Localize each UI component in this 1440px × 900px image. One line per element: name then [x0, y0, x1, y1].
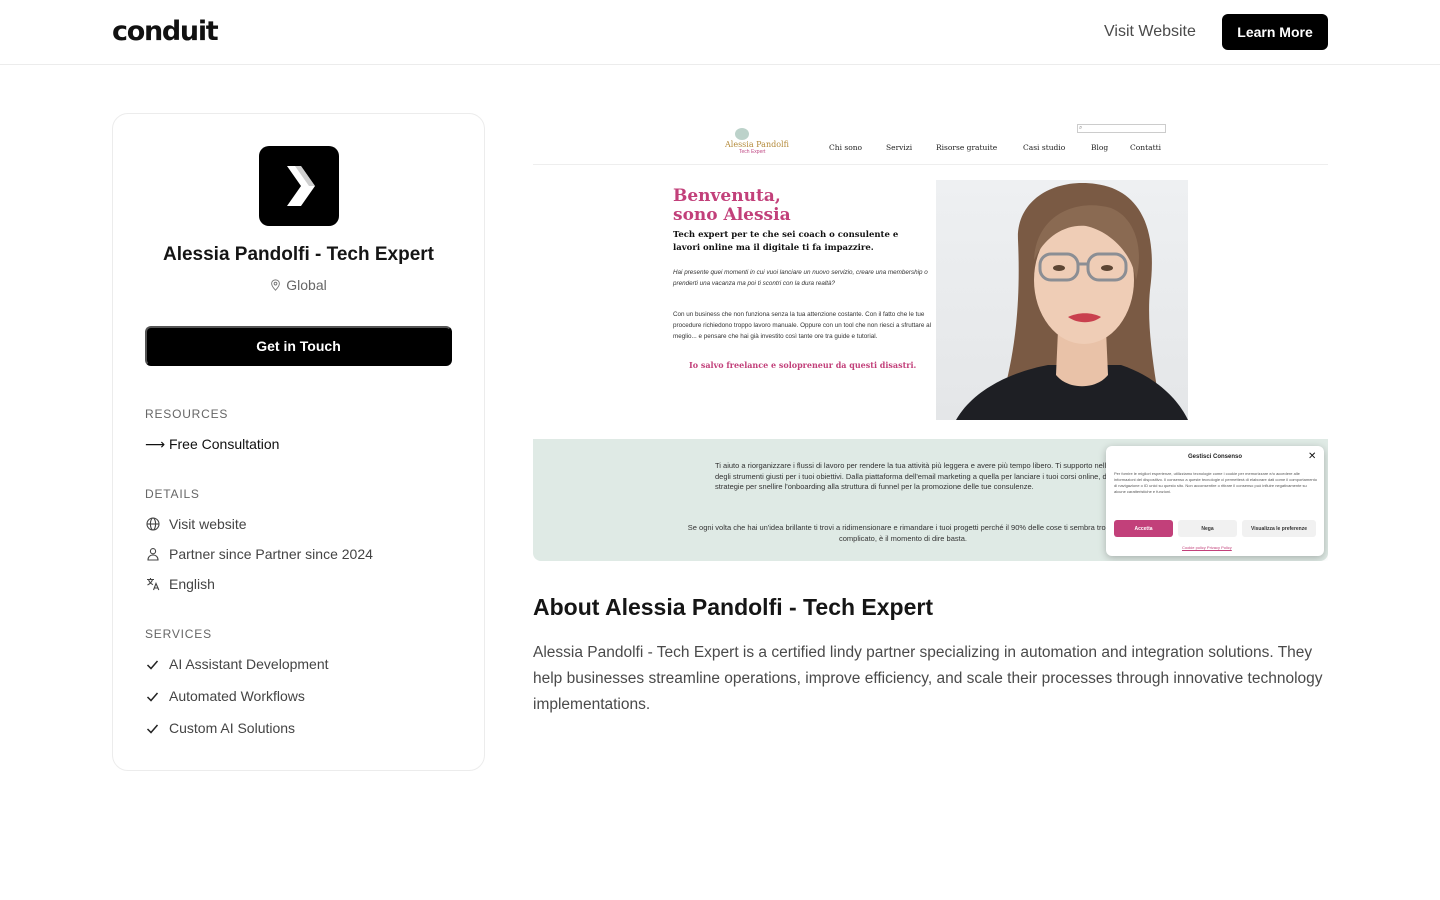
preview-logo-mark [735, 128, 749, 140]
preview-band-paragraph: Se ogni volta che hai un'idea brillante … [687, 523, 1119, 543]
preview-heading: Benvenuta, sono Alessia [673, 187, 791, 225]
preview-band-paragraph: Ti aiuto a riorganizzare i flussi di lav… [715, 461, 1133, 491]
location-label: Global [286, 277, 327, 293]
portrait-illustration [956, 183, 1188, 420]
preview-menu-item: Contatti [1130, 143, 1161, 152]
visit-website-link[interactable]: Visit Website [1104, 22, 1196, 42]
service-item: Automated Workflows [145, 688, 305, 704]
service-label: AI Assistant Development [169, 656, 329, 672]
preview-brand-sub: Tech Expert [739, 149, 766, 155]
partner-name: Alessia Pandolfi - Tech Expert [162, 244, 434, 265]
service-item: AI Assistant Development [145, 656, 329, 672]
chevron-right-icon [287, 166, 315, 206]
detail-partner-since: Partner since Partner since 2024 [145, 546, 373, 562]
partner-avatar [259, 146, 339, 226]
preview-menu-item: Blog [1091, 143, 1109, 152]
check-icon [145, 689, 160, 704]
preview-menu-item: Chi sono [829, 143, 863, 152]
globe-icon [145, 517, 160, 532]
details-heading: DETAILS [145, 487, 200, 501]
preview-tagline: Io salvo freelance e solopreneur da ques… [689, 360, 917, 370]
service-label: Automated Workflows [169, 688, 305, 704]
consent-text: Per fornire le migliori esperienze, util… [1114, 471, 1317, 494]
users-icon [145, 547, 160, 562]
consent-links: Cookie policy Privacy Policy [1182, 545, 1232, 550]
learn-more-button[interactable]: Learn More [1222, 14, 1328, 50]
search-icon: ⌕ [1079, 125, 1083, 131]
preview-heading-line: Benvenuta, [673, 186, 781, 206]
translate-icon [145, 577, 160, 592]
preview-subheading: Tech expert per te che sei coach o consu… [673, 230, 899, 253]
preview-menu-item: Risorse gratuite [936, 143, 998, 152]
service-item: Custom AI Solutions [145, 720, 295, 736]
detail-label: English [169, 576, 215, 592]
services-heading: SERVICES [145, 627, 212, 641]
consent-accept-button: Accetta [1114, 520, 1173, 537]
about-description: Alessia Pandolfi - Tech Expert is a cert… [533, 644, 1323, 713]
preview-paragraph: Con un business che non funziona senza l… [673, 311, 931, 340]
site-header: conduit Visit Website Learn More [0, 0, 1440, 65]
preview-navbar: Alessia Pandolfi Tech Expert ⌕ Chi sono … [533, 113, 1328, 165]
consent-deny-button: Nega [1178, 520, 1237, 537]
partner-profile-card: Alessia Pandolfi - Tech Expert Global Ge… [112, 113, 485, 771]
detail-visit-website[interactable]: Visit website [145, 516, 247, 532]
partner-location: Global [113, 277, 484, 293]
preview-paragraph: Hai presente quei momenti in cui vuoi la… [673, 269, 928, 287]
detail-label: Visit website [169, 516, 247, 532]
detail-label: Partner since Partner since 2024 [169, 546, 373, 562]
detail-language: English [145, 576, 215, 592]
service-label: Custom AI Solutions [169, 720, 296, 736]
consent-title: Gestisci Consenso [1187, 454, 1243, 460]
website-preview-screenshot: Alessia Pandolfi Tech Expert ⌕ Chi sono … [533, 113, 1328, 561]
close-icon: ✕ [1308, 451, 1317, 462]
resources-heading: RESOURCES [145, 407, 229, 421]
preview-portrait-photo [936, 180, 1188, 420]
preview-search-box [1077, 124, 1166, 133]
map-pin-icon [271, 279, 281, 291]
about-heading: About Alessia Pandolfi - Tech Expert [533, 594, 934, 620]
consent-preferences-button: Visualizza le preferenze [1242, 520, 1316, 537]
preview-heading-line: sono Alessia [673, 205, 791, 225]
free-consultation-link[interactable]: ⟶ Free Consultation [145, 436, 279, 453]
check-icon [145, 657, 160, 672]
get-in-touch-button[interactable]: Get in Touch [145, 326, 452, 366]
check-icon [145, 721, 160, 736]
conduit-logo[interactable]: conduit [112, 17, 219, 47]
preview-menu-item: Casi studio [1023, 143, 1066, 152]
preview-brand: Alessia Pandolfi [725, 140, 789, 149]
preview-menu-item: Servizi [886, 143, 913, 152]
cookie-consent-dialog: Gestisci Consenso ✕ Per fornire le migli… [1106, 446, 1324, 556]
